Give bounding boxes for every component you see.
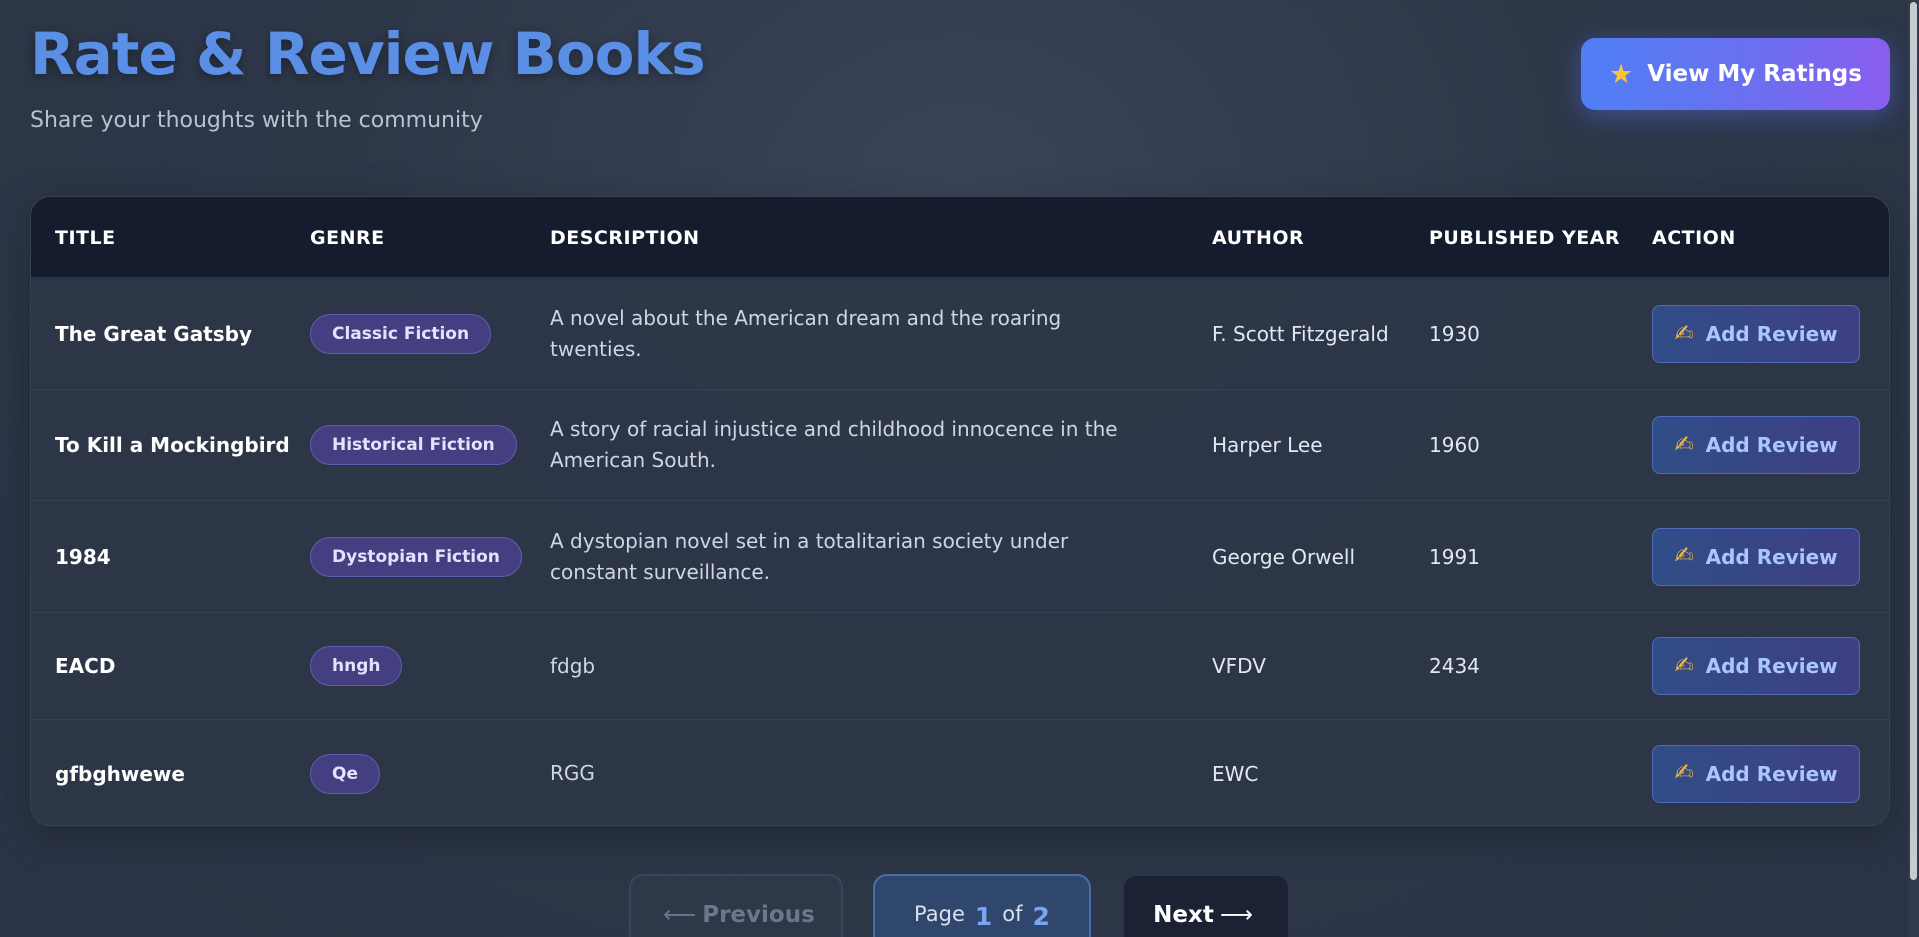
view-my-ratings-label: View My Ratings <box>1647 61 1862 87</box>
book-year: 1991 <box>1429 544 1480 569</box>
action-cell: ✍ Add Review <box>1652 501 1860 612</box>
scrollbar[interactable] <box>1908 0 1919 937</box>
page-subtitle: Share your thoughts with the community <box>30 108 483 133</box>
page-word: Page <box>914 902 965 926</box>
book-year: 1930 <box>1429 322 1480 346</box>
genre-badge: Classic Fiction <box>310 314 492 354</box>
arrow-right-icon: ⟶ <box>1219 902 1253 928</box>
column-header-author: AUTHOR <box>1212 227 1305 249</box>
add-review-label: Add Review <box>1705 433 1838 457</box>
book-title: The Great Gatsby <box>55 322 253 346</box>
column-header-published-year: PUBLISHED YEAR <box>1429 227 1621 249</box>
book-author: EWC <box>1212 761 1259 786</box>
add-review-button[interactable]: ✍ Add Review <box>1652 744 1860 803</box>
book-description: fdgb <box>550 653 596 678</box>
table-row: gfbghwewe Qe RGG EWC ✍ Add Review <box>31 720 1889 825</box>
book-title: 1984 <box>55 544 111 569</box>
book-year: 2434 <box>1429 654 1480 678</box>
scrollbar-thumb[interactable] <box>1910 2 1917 880</box>
genre-badge: Dystopian Fiction <box>310 536 522 577</box>
add-review-label: Add Review <box>1705 654 1838 678</box>
book-author: George Orwell <box>1212 544 1356 569</box>
book-title: EACD <box>55 654 116 678</box>
writing-hand-icon: ✍ <box>1674 543 1694 569</box>
add-review-button[interactable]: ✍ Add Review <box>1652 416 1860 474</box>
writing-hand-icon: ✍ <box>1674 320 1694 347</box>
book-description: A novel about the American dream and the… <box>550 306 1062 361</box>
genre-cell: Qe <box>310 720 380 825</box>
book-author: VFDV <box>1212 654 1266 678</box>
book-author: F. Scott Fitzgerald <box>1212 322 1389 346</box>
action-cell: ✍ Add Review <box>1652 390 1860 500</box>
page-title: Rate & Review Books <box>30 20 706 88</box>
arrow-left-icon: ⟵ <box>663 902 697 928</box>
action-cell: ✍ Add Review <box>1652 279 1860 389</box>
table-row: The Great Gatsby Classic Fiction A novel… <box>31 279 1889 390</box>
previous-label: Previous <box>702 902 815 928</box>
action-cell: ✍ Add Review <box>1652 720 1860 825</box>
next-label: Next <box>1153 902 1214 928</box>
of-word: of <box>1002 902 1023 926</box>
table-row: To Kill a Mockingbird Historical Fiction… <box>31 390 1889 501</box>
book-description: A dystopian novel set in a totalitarian … <box>550 528 1069 584</box>
column-header-title: TITLE <box>55 227 116 249</box>
table-row: 1984 Dystopian Fiction A dystopian novel… <box>31 501 1889 613</box>
view-my-ratings-button[interactable]: ★ View My Ratings <box>1581 38 1890 110</box>
column-header-action: ACTION <box>1652 227 1736 249</box>
genre-cell: Dystopian Fiction <box>310 501 522 612</box>
book-description: A story of racial injustice and childhoo… <box>550 417 1118 472</box>
book-author: Harper Lee <box>1212 433 1323 457</box>
next-page-button[interactable]: Next ⟶ <box>1122 874 1290 937</box>
genre-badge: Qe <box>310 753 380 794</box>
column-header-genre: GENRE <box>310 227 385 249</box>
genre-cell: hngh <box>310 613 403 719</box>
action-cell: ✍ Add Review <box>1652 613 1860 719</box>
writing-hand-icon: ✍ <box>1674 760 1694 786</box>
page-indicator: Page 1 of 2 <box>873 874 1091 937</box>
add-review-label: Add Review <box>1705 761 1838 786</box>
current-page-number: 1 <box>974 902 993 931</box>
table-row: EACD hngh fdgb VFDV 2434 ✍ Add Review <box>31 613 1889 720</box>
previous-page-button[interactable]: ⟵ Previous <box>629 874 843 937</box>
add-review-button[interactable]: ✍ Add Review <box>1652 305 1860 363</box>
genre-badge: Historical Fiction <box>310 425 517 465</box>
book-title: To Kill a Mockingbird <box>55 433 290 457</box>
add-review-button[interactable]: ✍ Add Review <box>1652 637 1860 695</box>
book-title: gfbghwewe <box>55 761 185 786</box>
writing-hand-icon: ✍ <box>1674 652 1694 679</box>
add-review-label: Add Review <box>1705 322 1838 346</box>
writing-hand-icon: ✍ <box>1674 431 1694 458</box>
genre-cell: Historical Fiction <box>310 390 517 500</box>
column-header-description: DESCRIPTION <box>550 227 700 249</box>
genre-badge: hngh <box>310 646 403 686</box>
add-review-button[interactable]: ✍ Add Review <box>1652 527 1860 586</box>
total-pages-number: 2 <box>1032 902 1050 931</box>
book-year: 1960 <box>1429 433 1480 457</box>
add-review-label: Add Review <box>1705 544 1838 569</box>
genre-cell: Classic Fiction <box>310 279 492 389</box>
table-header: TITLE GENRE DESCRIPTION AUTHOR PUBLISHED… <box>31 197 1889 279</box>
star-icon: ★ <box>1609 58 1634 90</box>
books-table: TITLE GENRE DESCRIPTION AUTHOR PUBLISHED… <box>30 196 1890 826</box>
book-description: RGG <box>550 761 595 785</box>
